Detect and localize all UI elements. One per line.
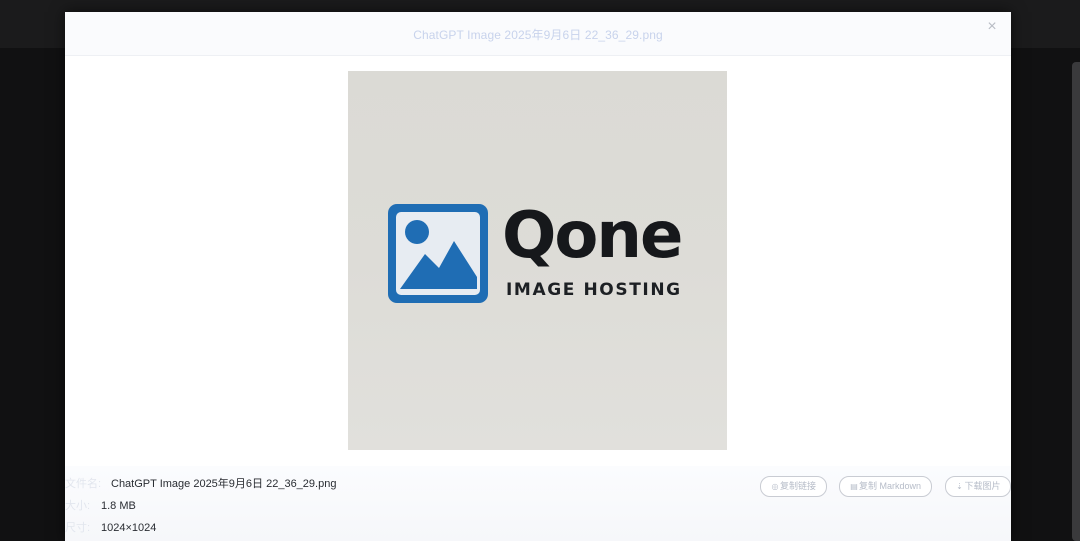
image-logo-icon — [388, 204, 488, 303]
copy-link-button[interactable]: ◎ 复制链接 — [760, 476, 827, 497]
image-preview-area: Qone IMAGE HOSTING — [65, 56, 1011, 466]
dimensions-value: 1024×1024 — [101, 522, 157, 534]
size-value: 1.8 MB — [101, 500, 136, 512]
copy-markdown-button[interactable]: ▤复制 Markdown — [839, 476, 932, 497]
filename-value: ChatGPT Image 2025年9月6日 22_36_29.png — [111, 478, 337, 490]
close-button[interactable]: × — [983, 18, 1001, 36]
dimensions-label: 尺寸: — [65, 522, 91, 534]
filename-label: 文件名: — [65, 478, 102, 490]
copy-link-label: 复制链接 — [779, 481, 816, 491]
link-icon: ◎ — [771, 481, 779, 491]
page-scrollbar[interactable] — [1072, 62, 1080, 541]
close-icon: × — [987, 18, 997, 35]
size-label: 大小: — [65, 500, 91, 512]
modal-header: ChatGPT Image 2025年9月6日 22_36_29.png × — [65, 12, 1011, 56]
download-label: 下载图片 — [964, 481, 1001, 491]
logo-wordmark: Qone — [502, 199, 683, 273]
download-button[interactable]: ⇣ 下载图片 — [945, 476, 1011, 497]
logo-subtitle: IMAGE HOSTING — [506, 280, 682, 300]
modal-title: ChatGPT Image 2025年9月6日 22_36_29.png — [413, 28, 663, 42]
download-icon: ⇣ — [956, 481, 963, 491]
preview-image: Qone IMAGE HOSTING — [348, 71, 727, 450]
image-preview-modal: ChatGPT Image 2025年9月6日 22_36_29.png × Q… — [65, 12, 1011, 541]
copy-markdown-label: 复制 Markdown — [858, 481, 922, 491]
markdown-icon: ▤ — [850, 481, 858, 491]
